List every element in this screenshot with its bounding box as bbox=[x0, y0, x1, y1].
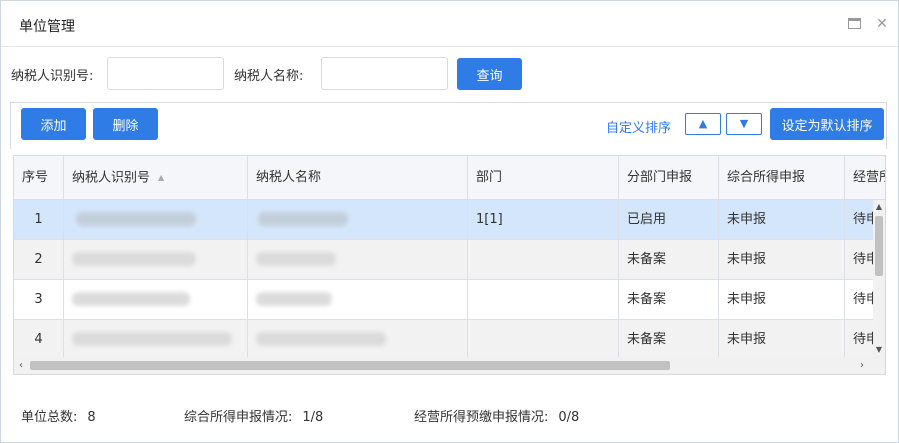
cell-taxpayer-id bbox=[64, 240, 248, 279]
cell-department: 1[1] bbox=[468, 200, 619, 239]
sort-asc-icon: ▲ bbox=[158, 173, 165, 182]
column-header-comprehensive[interactable]: 综合所得申报 bbox=[719, 156, 845, 200]
unit-total-value: 8 bbox=[87, 410, 96, 425]
horizontal-scrollbar[interactable]: ‹ › bbox=[14, 357, 885, 374]
taxpayer-id-input[interactable] bbox=[107, 57, 224, 90]
table-header: 序号 纳税人识别号 ▲ 纳税人名称 部门 分部门申报 综合所得申报 经营所 bbox=[14, 156, 885, 200]
cell-taxpayer-id bbox=[64, 320, 248, 359]
close-icon[interactable]: ✕ bbox=[874, 16, 890, 32]
scroll-down-icon[interactable]: ▼ bbox=[873, 343, 885, 357]
column-header-seq[interactable]: 序号 bbox=[14, 156, 64, 200]
comprehensive-label: 综合所得申报情况: bbox=[184, 410, 293, 425]
business-value: 0/8 bbox=[558, 410, 580, 425]
cell-taxpayer-name bbox=[248, 320, 468, 359]
scroll-right-icon[interactable]: › bbox=[855, 357, 869, 374]
cell-department bbox=[468, 280, 619, 319]
column-header-business[interactable]: 经营所 bbox=[845, 156, 885, 200]
cell-taxpayer-id bbox=[64, 280, 248, 319]
table-row[interactable]: 4 未备案 未申报 待申 bbox=[14, 320, 885, 360]
cell-taxpayer-name bbox=[248, 280, 468, 319]
maximize-icon[interactable] bbox=[846, 16, 862, 32]
redacted-block bbox=[258, 212, 348, 226]
table-row[interactable]: 3 未备案 未申报 待申 bbox=[14, 280, 885, 320]
redacted-block bbox=[72, 252, 196, 266]
cell-branch-report: 未备案 bbox=[619, 320, 719, 359]
taxpayer-name-input[interactable] bbox=[321, 57, 448, 90]
redacted-block bbox=[256, 252, 336, 266]
search-row: 纳税人识别号: 纳税人名称: 查询 bbox=[1, 57, 898, 91]
add-button[interactable]: 添加 bbox=[21, 108, 86, 140]
cell-seq: 3 bbox=[14, 280, 64, 319]
move-up-button[interactable]: ▲ bbox=[685, 113, 721, 135]
unit-total-status: 单位总数: 8 bbox=[21, 406, 96, 425]
business-label: 经营所得预缴申报情况: bbox=[414, 410, 549, 425]
title-bar: 单位管理 ✕ bbox=[1, 1, 898, 47]
query-button[interactable]: 查询 bbox=[457, 58, 522, 90]
cell-taxpayer-name bbox=[248, 240, 468, 279]
cell-taxpayer-name bbox=[248, 200, 468, 239]
custom-sort-link[interactable]: 自定义排序 bbox=[606, 117, 671, 136]
scroll-left-icon[interactable]: ‹ bbox=[14, 357, 28, 374]
cell-branch-report: 未备案 bbox=[619, 240, 719, 279]
cell-seq: 2 bbox=[14, 240, 64, 279]
column-header-taxpayer-id[interactable]: 纳税人识别号 ▲ bbox=[64, 156, 248, 200]
cell-taxpayer-id bbox=[64, 200, 248, 239]
taxpayer-name-label: 纳税人名称: bbox=[234, 69, 304, 84]
move-down-button[interactable]: ▼ bbox=[726, 113, 762, 135]
comprehensive-value: 1/8 bbox=[302, 410, 324, 425]
table-row[interactable]: 2 未备案 未申报 待申 bbox=[14, 240, 885, 280]
cell-comprehensive: 未申报 bbox=[719, 280, 845, 319]
taxpayer-id-label: 纳税人识别号: bbox=[11, 69, 94, 84]
unit-table: 序号 纳税人识别号 ▲ 纳税人名称 部门 分部门申报 综合所得申报 经营所 1 1… bbox=[13, 155, 886, 375]
cell-comprehensive: 未申报 bbox=[719, 240, 845, 279]
column-header-taxpayer-name[interactable]: 纳税人名称 bbox=[248, 156, 468, 200]
cell-seq: 4 bbox=[14, 320, 64, 359]
business-status: 经营所得预缴申报情况: 0/8 bbox=[414, 406, 579, 425]
redacted-block bbox=[256, 292, 332, 306]
column-header-taxpayer-id-label: 纳税人识别号 bbox=[72, 170, 151, 186]
redacted-block bbox=[72, 332, 232, 346]
cell-comprehensive: 未申报 bbox=[719, 200, 845, 239]
cell-seq: 1 bbox=[14, 200, 64, 239]
unit-management-window: 单位管理 ✕ 纳税人识别号: 纳税人名称: 查询 添加 删除 自定义排序 ▲ ▼… bbox=[0, 0, 899, 443]
redacted-block bbox=[76, 212, 196, 226]
column-header-branch-report[interactable]: 分部门申报 bbox=[619, 156, 719, 200]
delete-button[interactable]: 删除 bbox=[93, 108, 158, 140]
comprehensive-status: 综合所得申报情况: 1/8 bbox=[184, 406, 323, 425]
redacted-block bbox=[72, 292, 190, 306]
column-header-department[interactable]: 部门 bbox=[468, 156, 619, 200]
scroll-up-icon[interactable]: ▲ bbox=[873, 200, 885, 214]
cell-branch-report: 已启用 bbox=[619, 200, 719, 239]
redacted-block bbox=[256, 332, 386, 346]
cell-branch-report: 未备案 bbox=[619, 280, 719, 319]
cell-comprehensive: 未申报 bbox=[719, 320, 845, 359]
set-default-sort-button[interactable]: 设定为默认排序 bbox=[770, 108, 884, 140]
window-title: 单位管理 bbox=[19, 19, 75, 35]
vertical-scroll-thumb[interactable] bbox=[875, 216, 883, 276]
cell-department bbox=[468, 240, 619, 279]
cell-department bbox=[468, 320, 619, 359]
horizontal-scroll-thumb[interactable] bbox=[30, 361, 670, 370]
table-row[interactable]: 1 1[1] 已启用 未申报 待申 bbox=[14, 200, 885, 240]
unit-total-label: 单位总数: bbox=[21, 410, 78, 425]
vertical-scrollbar[interactable]: ▲ ▼ bbox=[873, 200, 885, 357]
